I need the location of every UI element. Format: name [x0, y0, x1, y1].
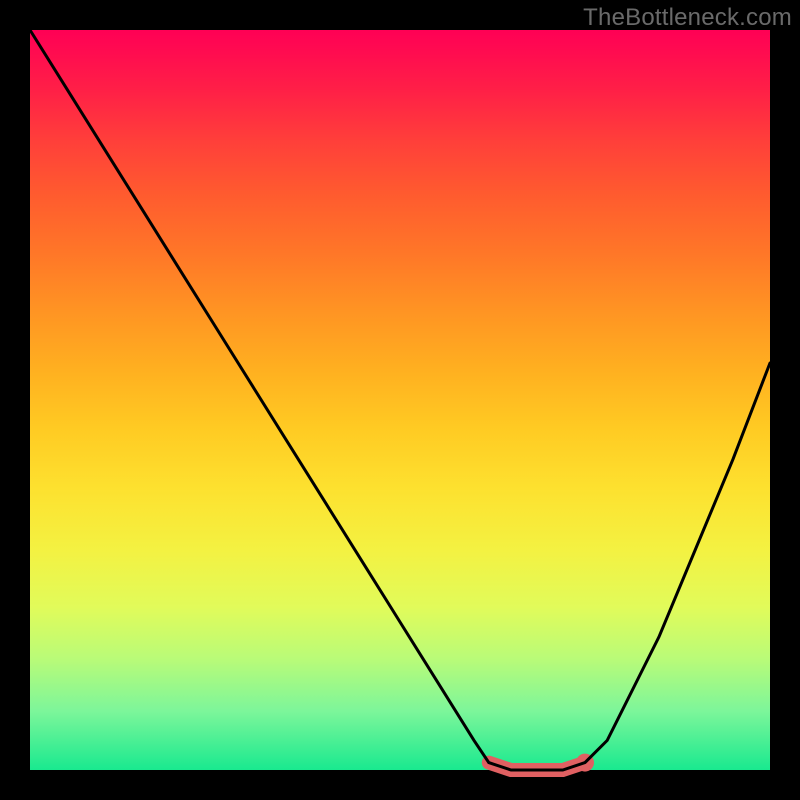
- plot-area: [30, 30, 770, 770]
- chart-svg: [30, 30, 770, 770]
- bottleneck-curve: [30, 30, 770, 770]
- watermark-text: TheBottleneck.com: [583, 4, 792, 32]
- chart-frame: TheBottleneck.com: [0, 0, 800, 800]
